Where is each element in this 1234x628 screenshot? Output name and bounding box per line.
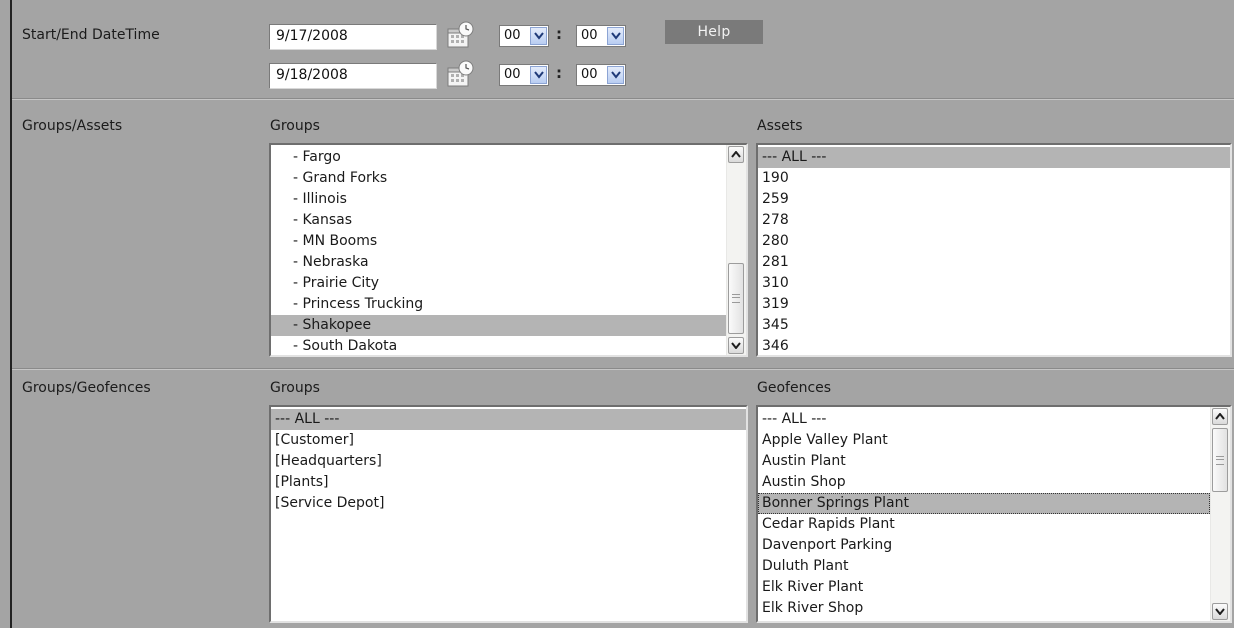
list-item[interactable]: - South Dakota [271, 336, 726, 355]
list-item[interactable]: --- ALL --- [758, 409, 1210, 430]
scroll-thumb[interactable] [728, 263, 744, 334]
chevron-down-icon [607, 27, 624, 45]
end-date-field[interactable]: 9/18/2008 [269, 63, 437, 89]
geofences-header: Geofences [757, 380, 832, 396]
list-item[interactable]: Austin Shop [758, 472, 1210, 493]
list-item[interactable]: [Plants] [271, 472, 746, 493]
list-item[interactable]: - Kansas [271, 210, 726, 231]
list-item[interactable]: Elk River Plant [758, 577, 1210, 598]
asset-groups-listbox[interactable]: - Fargo - Grand Forks - Illinois - Kansa… [269, 143, 748, 357]
list-item[interactable]: Austin Plant [758, 451, 1210, 472]
scroll-thumb[interactable] [1212, 428, 1228, 492]
chevron-down-icon [530, 66, 547, 84]
chevron-down-icon [607, 66, 624, 84]
end-time-colon: : [556, 64, 562, 82]
list-item[interactable]: 345 [758, 315, 1230, 336]
end-hour-select[interactable]: 00 [499, 64, 549, 86]
list-item[interactable]: - Nebraska [271, 252, 726, 273]
start-hour-select[interactable]: 00 [499, 25, 549, 47]
start-minute-value: 00 [581, 28, 598, 43]
asset-groups-scrollbar[interactable] [726, 145, 746, 355]
list-item[interactable]: 190 [758, 168, 1230, 189]
help-button[interactable]: Help [665, 20, 763, 44]
list-item[interactable]: 278 [758, 210, 1230, 231]
start-hour-value: 00 [504, 28, 521, 43]
geofences-items: --- ALL --- Apple Valley Plant Austin Pl… [758, 409, 1210, 619]
geofence-groups-listbox[interactable]: --- ALL --- [Customer] [Headquarters] [P… [269, 405, 748, 623]
list-item[interactable]: - MN Booms [271, 231, 726, 252]
list-item-selected[interactable]: --- ALL --- [271, 409, 746, 430]
list-item[interactable]: Cedar Rapids Plant [758, 514, 1210, 535]
geofence-groups-items: --- ALL --- [Customer] [Headquarters] [P… [271, 409, 746, 514]
geofences-listbox[interactable]: --- ALL --- Apple Valley Plant Austin Pl… [756, 405, 1232, 623]
calendar-clock-icon[interactable] [446, 60, 476, 87]
report-filter-panel: Start/End DateTime 9/17/2008 00 : 00 Hel… [0, 0, 1234, 628]
list-item-selected[interactable]: - Shakopee [271, 315, 726, 336]
scroll-down-arrow-icon[interactable] [728, 337, 744, 354]
scroll-up-arrow-icon[interactable] [728, 146, 744, 163]
datetime-row-label: Start/End DateTime [22, 27, 160, 43]
start-date-field[interactable]: 9/17/2008 [269, 24, 437, 50]
assets-items: --- ALL --- 190 259 278 280 281 310 319 … [758, 147, 1230, 355]
list-item[interactable]: 319 [758, 294, 1230, 315]
geofence-groups-header: Groups [270, 380, 320, 396]
list-item[interactable]: 281 [758, 252, 1230, 273]
asset-groups-header: Groups [270, 118, 320, 134]
scroll-up-arrow-icon[interactable] [1212, 408, 1228, 425]
list-item[interactable]: Duluth Plant [758, 556, 1210, 577]
row-divider-highlight [12, 99, 1234, 100]
list-item[interactable]: Apple Valley Plant [758, 430, 1210, 451]
chevron-down-icon [530, 27, 547, 45]
list-item[interactable]: 259 [758, 189, 1230, 210]
asset-groups-items: - Fargo - Grand Forks - Illinois - Kansa… [271, 147, 726, 355]
end-hour-value: 00 [504, 67, 521, 82]
start-minute-select[interactable]: 00 [576, 25, 626, 47]
geofences-scrollbar[interactable] [1210, 407, 1230, 621]
row-divider-highlight [12, 369, 1234, 370]
list-item[interactable]: - Prairie City [271, 273, 726, 294]
list-item[interactable]: - Illinois [271, 189, 726, 210]
list-item[interactable]: [Headquarters] [271, 451, 746, 472]
geofences-row-label: Groups/Geofences [22, 380, 151, 396]
list-item-selected[interactable]: --- ALL --- [758, 147, 1230, 168]
calendar-clock-icon[interactable] [446, 21, 476, 48]
list-item[interactable]: [Customer] [271, 430, 746, 451]
list-item[interactable]: [Service Depot] [271, 493, 746, 514]
end-minute-select[interactable]: 00 [576, 64, 626, 86]
list-item[interactable]: - Princess Trucking [271, 294, 726, 315]
list-item[interactable]: 280 [758, 231, 1230, 252]
list-item[interactable]: - Grand Forks [271, 168, 726, 189]
assets-listbox[interactable]: --- ALL --- 190 259 278 280 281 310 319 … [756, 143, 1232, 357]
start-time-colon: : [556, 25, 562, 43]
assets-header: Assets [757, 118, 803, 134]
list-item[interactable]: - Fargo [271, 147, 726, 168]
list-item[interactable]: 310 [758, 273, 1230, 294]
assets-row-label: Groups/Assets [22, 118, 123, 134]
left-border [10, 0, 12, 628]
list-item[interactable]: Davenport Parking [758, 535, 1210, 556]
end-minute-value: 00 [581, 67, 598, 82]
list-item[interactable]: Elk River Shop [758, 598, 1210, 619]
scroll-down-arrow-icon[interactable] [1212, 603, 1228, 620]
list-item[interactable]: 346 [758, 336, 1230, 355]
list-item-selected[interactable]: Bonner Springs Plant [758, 493, 1210, 514]
